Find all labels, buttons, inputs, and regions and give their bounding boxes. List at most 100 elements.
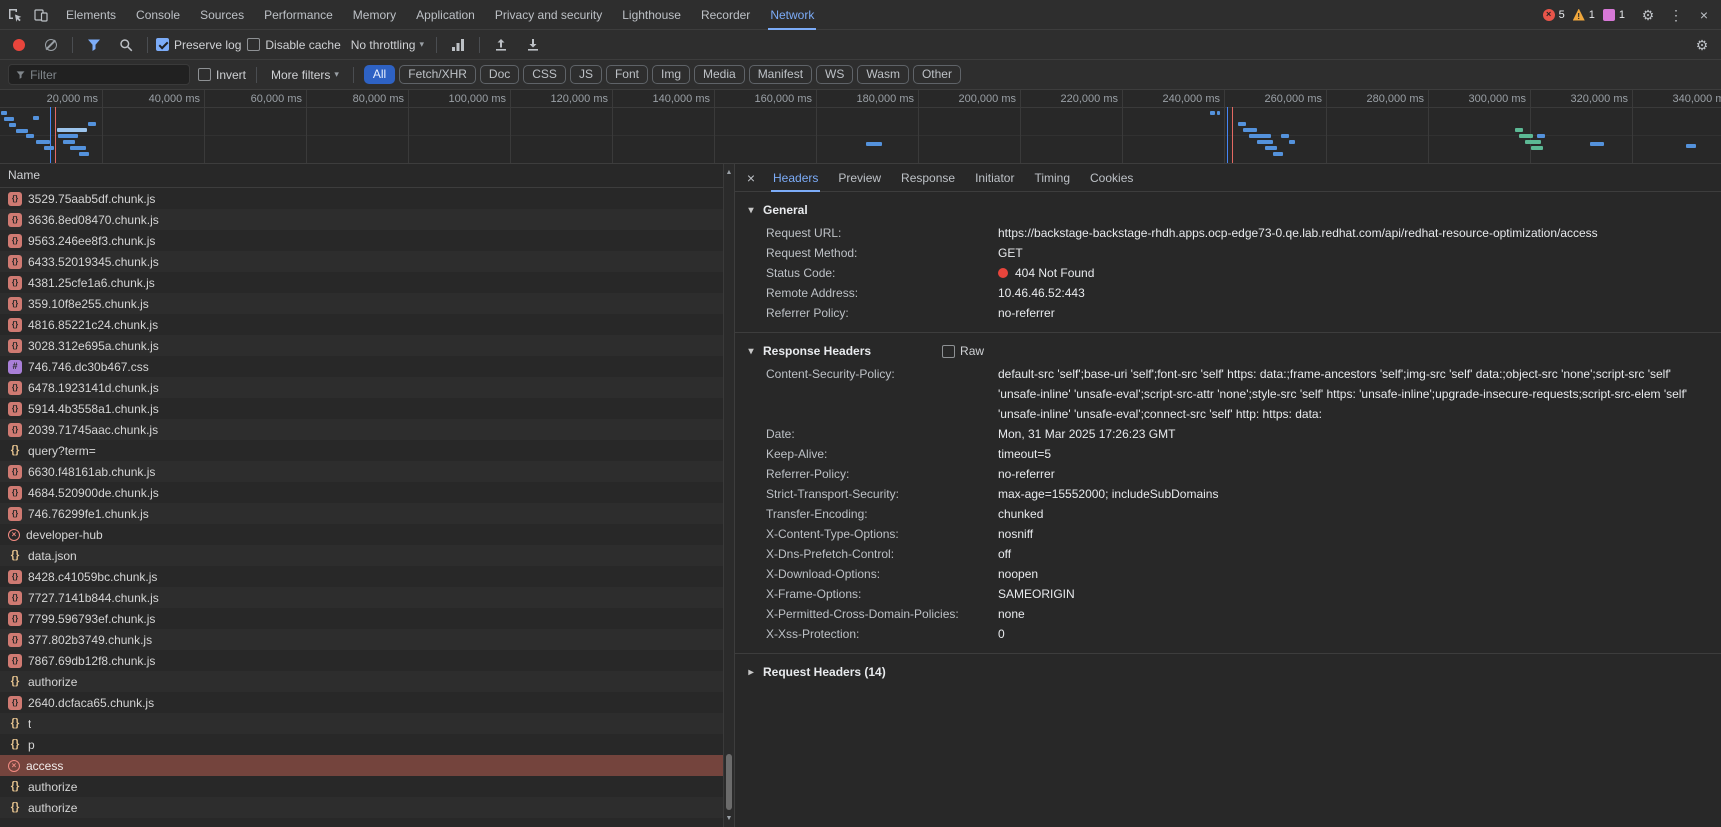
details-tab-response[interactable]: Response [891, 164, 965, 192]
scroll-down-icon[interactable]: ▼ [724, 814, 734, 824]
js-file-icon: {} [8, 633, 22, 647]
general-section-header[interactable]: ▾ General [735, 197, 1721, 223]
filter-chip-font[interactable]: Font [606, 65, 648, 84]
close-devtools-icon[interactable]: × [1691, 2, 1717, 28]
request-row[interactable]: {}6630.f48161ab.chunk.js [0, 461, 734, 482]
request-list-scrollbar[interactable]: ▲ ▼ [723, 164, 734, 827]
request-row[interactable]: {}2039.71745aac.chunk.js [0, 419, 734, 440]
more-filters-button[interactable]: More filters ▾ [267, 66, 343, 84]
filter-chip-other[interactable]: Other [913, 65, 961, 84]
toolbar-divider [353, 67, 354, 83]
request-row[interactable]: {}data.json [0, 545, 734, 566]
details-tab-preview[interactable]: Preview [828, 164, 891, 192]
request-row[interactable]: {}8428.c41059bc.chunk.js [0, 566, 734, 587]
request-row[interactable]: {}746.76299fe1.chunk.js [0, 503, 734, 524]
tab-sources[interactable]: Sources [190, 0, 254, 30]
request-row[interactable]: {}9563.246ee8f3.chunk.js [0, 230, 734, 251]
tab-privacy-and-security[interactable]: Privacy and security [485, 0, 612, 30]
import-har-icon[interactable] [488, 32, 514, 58]
filter-chip-wasm[interactable]: Wasm [857, 65, 909, 84]
tab-console[interactable]: Console [126, 0, 190, 30]
request-row[interactable]: {}4684.520900de.chunk.js [0, 482, 734, 503]
request-row[interactable]: {}2640.dcfaca65.chunk.js [0, 692, 734, 713]
network-conditions-icon[interactable] [445, 32, 471, 58]
filter-toggle-icon[interactable] [81, 32, 107, 58]
network-overview-timeline[interactable]: 20,000 ms40,000 ms60,000 ms80,000 ms100,… [0, 90, 1721, 164]
details-tab-cookies[interactable]: Cookies [1080, 164, 1143, 192]
request-row[interactable]: {}query?term= [0, 440, 734, 461]
search-icon[interactable] [113, 32, 139, 58]
filter-chip-css[interactable]: CSS [523, 65, 566, 84]
request-row[interactable]: {}4381.25cfe1a6.chunk.js [0, 272, 734, 293]
tab-lighthouse[interactable]: Lighthouse [612, 0, 691, 30]
timeline-lane-line [0, 135, 1721, 136]
timeline-activity-bar [1515, 128, 1523, 132]
request-row[interactable]: {}7799.596793ef.chunk.js [0, 608, 734, 629]
filter-chip-doc[interactable]: Doc [480, 65, 519, 84]
preserve-log-checkbox[interactable]: Preserve log [156, 38, 241, 52]
throttling-select[interactable]: No throttling ▾ [347, 36, 428, 54]
header-row: Request URL:https://backstage-backstage-… [735, 223, 1721, 243]
request-headers-section-header[interactable]: ▸ Request Headers (14) [735, 659, 1721, 685]
clear-network-log-button[interactable] [38, 32, 64, 58]
tab-performance[interactable]: Performance [254, 0, 343, 30]
filter-chip-media[interactable]: Media [694, 65, 745, 84]
request-row[interactable]: {}3028.312e695a.chunk.js [0, 335, 734, 356]
request-row[interactable]: {}6433.52019345.chunk.js [0, 251, 734, 272]
name-column-header[interactable]: Name [0, 164, 734, 188]
tab-network[interactable]: Network [760, 0, 824, 30]
details-tab-initiator[interactable]: Initiator [965, 164, 1024, 192]
inspect-element-icon[interactable] [2, 2, 28, 28]
filter-chip-ws[interactable]: WS [816, 65, 853, 84]
request-row[interactable]: #746.746.dc30b467.css [0, 356, 734, 377]
request-row[interactable]: {}6478.1923141d.chunk.js [0, 377, 734, 398]
raw-headers-checkbox[interactable]: Raw [942, 344, 984, 358]
filter-input[interactable] [30, 68, 182, 82]
request-row[interactable]: {}5914.4b3558a1.chunk.js [0, 398, 734, 419]
request-row[interactable]: {}authorize [0, 797, 734, 818]
filter-chip-fetch-xhr[interactable]: Fetch/XHR [399, 65, 476, 84]
request-row[interactable]: {}7867.69db12f8.chunk.js [0, 650, 734, 671]
request-row[interactable]: {}authorize [0, 776, 734, 797]
details-tab-timing[interactable]: Timing [1024, 164, 1080, 192]
request-row[interactable]: {}authorize [0, 671, 734, 692]
request-row[interactable]: {}3529.75aab5df.chunk.js [0, 188, 734, 209]
badge-errors[interactable]: ×5 [1543, 9, 1565, 21]
filter-chip-all[interactable]: All [364, 65, 395, 84]
disable-cache-checkbox[interactable]: Disable cache [247, 38, 340, 52]
settings-gear-icon[interactable]: ⚙ [1635, 2, 1661, 28]
request-row[interactable]: {}377.802b3749.chunk.js [0, 629, 734, 650]
request-row[interactable]: {}4816.85221c24.chunk.js [0, 314, 734, 335]
request-row[interactable]: ×developer-hub [0, 524, 734, 545]
details-tab-headers[interactable]: Headers [763, 164, 828, 192]
request-row[interactable]: {}t [0, 713, 734, 734]
request-row[interactable]: {}p [0, 734, 734, 755]
filter-chip-js[interactable]: JS [570, 65, 602, 84]
tab-application[interactable]: Application [406, 0, 485, 30]
badge-warnings[interactable]: !1 [1573, 9, 1595, 21]
request-row[interactable]: {}7727.7141b844.chunk.js [0, 587, 734, 608]
kebab-menu-icon[interactable]: ⋮ [1663, 2, 1689, 28]
tab-elements[interactable]: Elements [56, 0, 126, 30]
badge-issues[interactable]: 1 [1603, 9, 1625, 21]
clear-icon [45, 39, 57, 51]
scrollbar-thumb[interactable] [726, 754, 732, 810]
tab-recorder[interactable]: Recorder [691, 0, 760, 30]
request-row[interactable]: {}3636.8ed08470.chunk.js [0, 209, 734, 230]
tab-memory[interactable]: Memory [343, 0, 406, 30]
network-settings-gear-icon[interactable]: ⚙ [1689, 32, 1715, 58]
filter-chip-img[interactable]: Img [652, 65, 690, 84]
invert-checkbox[interactable]: Invert [198, 68, 246, 82]
filter-chip-manifest[interactable]: Manifest [749, 65, 812, 84]
device-toolbar-icon[interactable] [28, 2, 54, 28]
record-network-log-button[interactable] [6, 32, 32, 58]
scroll-up-icon[interactable]: ▲ [724, 168, 734, 178]
js-file-icon: {} [8, 402, 22, 416]
request-row[interactable]: {}359.10f8e255.chunk.js [0, 293, 734, 314]
request-row[interactable]: ×access [0, 755, 734, 776]
close-details-icon[interactable]: × [739, 166, 763, 190]
header-value: Mon, 31 Mar 2025 17:26:23 GMT [998, 424, 1699, 444]
header-name: Referrer Policy: [766, 303, 998, 323]
export-har-icon[interactable] [520, 32, 546, 58]
response-headers-section-header[interactable]: ▾ Response Headers Raw [735, 338, 1721, 364]
